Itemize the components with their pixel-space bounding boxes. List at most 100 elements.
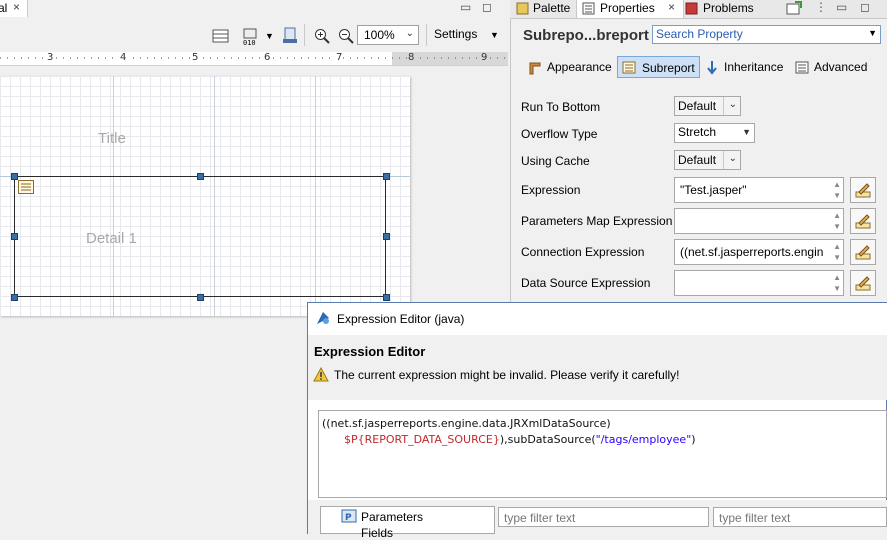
- maximize-icon[interactable]: ◻: [860, 0, 870, 14]
- scroll-arrows-icon[interactable]: ▲ ▼: [833, 272, 841, 294]
- expression-label: Expression: [521, 183, 581, 197]
- properties-icon: [582, 2, 595, 15]
- scroll-arrows-icon[interactable]: ▲ ▼: [833, 210, 841, 232]
- chevron-down-icon: ⌄: [728, 153, 737, 164]
- search-placeholder: Search Property: [656, 27, 743, 41]
- resize-handle[interactable]: [11, 173, 18, 180]
- tab-advanced[interactable]: Advanced: [794, 56, 874, 78]
- svg-text:010: 010: [243, 39, 256, 46]
- chevron-down-icon[interactable]: ▼: [868, 28, 877, 38]
- horizontal-ruler: 3 4 5 6 7 8 9: [0, 52, 508, 66]
- zoom-out-icon[interactable]: [338, 28, 354, 44]
- connection-expression-field[interactable]: ((net.sf.jasperreports.engin ▲ ▼: [674, 239, 844, 265]
- search-property-input[interactable]: Search Property ▼: [652, 25, 881, 44]
- expression-text-editor[interactable]: ((net.sf.jasperreports.engine.data.JRXml…: [318, 410, 887, 498]
- pencil-icon: [855, 245, 871, 260]
- resize-handle[interactable]: [197, 173, 204, 180]
- edit-expression-button[interactable]: [850, 208, 876, 234]
- element-title: Subrepo...breport: [523, 27, 649, 44]
- filter-input[interactable]: type filter text: [498, 507, 709, 527]
- problems-icon: [685, 2, 698, 15]
- connection-expression-label: Connection Expression: [521, 245, 645, 259]
- tab-subreport[interactable]: Subreport: [617, 56, 700, 78]
- binary-format-icon[interactable]: 010: [242, 28, 260, 46]
- maximize-icon[interactable]: ◻: [482, 0, 492, 14]
- tree-item-parameters[interactable]: Parameters: [361, 510, 423, 524]
- resize-handle[interactable]: [11, 233, 18, 240]
- close-icon[interactable]: ×: [13, 0, 20, 14]
- close-icon[interactable]: ×: [668, 0, 675, 14]
- overflow-type-select[interactable]: Stretch ▼: [674, 123, 755, 143]
- field-value: "Test.jasper": [680, 183, 747, 197]
- toolbar-separator: [426, 24, 427, 46]
- run-to-bottom-label: Run To Bottom: [521, 100, 601, 114]
- chevron-down-icon: ▼: [742, 127, 751, 137]
- select-value: Stretch: [678, 125, 717, 139]
- tree-item-fields[interactable]: Fields: [361, 526, 393, 540]
- run-to-bottom-select[interactable]: Default ⌄: [674, 96, 741, 116]
- minimize-icon[interactable]: ▭: [836, 0, 847, 14]
- chevron-down-icon: ⌄: [728, 99, 737, 110]
- tab-label: Problems: [703, 1, 754, 15]
- edit-expression-button[interactable]: [850, 239, 876, 265]
- dialog-title: Expression Editor (java): [337, 312, 465, 326]
- minimize-icon[interactable]: ▭: [460, 0, 471, 14]
- view-menu-icon[interactable]: ⋮: [815, 0, 827, 14]
- parameters-map-expression-label: Parameters Map Expression: [521, 214, 673, 228]
- code-text: ): [691, 433, 696, 446]
- ruler-number: 4: [119, 52, 128, 63]
- settings-button[interactable]: Settings: [434, 27, 477, 41]
- tab-palette[interactable]: Palette: [514, 0, 576, 18]
- select-divider: [723, 151, 724, 169]
- appearance-icon: [529, 62, 541, 75]
- resize-handle[interactable]: [11, 294, 18, 301]
- using-cache-select[interactable]: Default ⌄: [674, 150, 741, 170]
- overflow-type-label: Overflow Type: [521, 127, 598, 141]
- subreport-icon: [18, 180, 34, 194]
- filter-input[interactable]: type filter text: [713, 507, 887, 527]
- chevron-down-icon[interactable]: ▼: [490, 30, 499, 40]
- new-view-icon[interactable]: [786, 1, 802, 15]
- scroll-arrows-icon[interactable]: ▲ ▼: [833, 179, 841, 201]
- dialog-heading: Expression Editor: [314, 344, 426, 359]
- filter-placeholder: type filter text: [719, 511, 791, 525]
- tab-inheritance[interactable]: Inheritance: [704, 56, 790, 78]
- ruler-number: 3: [46, 52, 55, 63]
- resize-handle[interactable]: [383, 294, 390, 301]
- band-layout-icon[interactable]: [212, 28, 230, 44]
- filter-placeholder: type filter text: [504, 511, 576, 525]
- parameters-map-expression-field[interactable]: ▲ ▼: [674, 208, 844, 234]
- edit-expression-button[interactable]: [850, 177, 876, 203]
- jaspersoft-icon: [317, 312, 329, 324]
- resize-handle[interactable]: [383, 173, 390, 180]
- subreport-icon: [622, 61, 636, 74]
- ruler-number: 5: [191, 52, 200, 63]
- title-band-label: Title: [98, 130, 126, 147]
- ruler-ticks: [0, 57, 508, 59]
- export-icon[interactable]: [282, 27, 298, 45]
- resize-handle[interactable]: [197, 294, 204, 301]
- editor-tab[interactable]: al ×: [0, 0, 28, 17]
- tab-problems[interactable]: Problems: [684, 0, 764, 18]
- chevron-down-icon[interactable]: ▼: [265, 31, 274, 41]
- subreport-element[interactable]: [14, 176, 386, 297]
- pencil-icon: [855, 183, 871, 198]
- warning-message: The current expression might be invalid.…: [334, 368, 680, 382]
- edit-expression-button[interactable]: [850, 270, 876, 296]
- select-value: Default: [678, 99, 717, 113]
- tab-appearance[interactable]: Appearance: [525, 56, 615, 78]
- tab-properties[interactable]: Properties ×: [576, 0, 684, 18]
- ruler-number: 8: [407, 52, 416, 63]
- resize-handle[interactable]: [383, 233, 390, 240]
- editor-tab-bar: [0, 0, 508, 17]
- parameters-icon: P: [341, 509, 357, 523]
- chevron-down-icon: ⌄: [405, 28, 414, 39]
- scroll-arrows-icon[interactable]: ▲ ▼: [833, 241, 841, 263]
- expression-field[interactable]: "Test.jasper" ▲ ▼: [674, 177, 844, 203]
- inheritance-icon: [707, 61, 717, 75]
- zoom-select[interactable]: 100% ⌄: [357, 25, 419, 45]
- data-source-expression-label: Data Source Expression: [521, 276, 651, 290]
- object-tree[interactable]: P Parameters Fields: [320, 506, 495, 540]
- data-source-expression-field[interactable]: ▲ ▼: [674, 270, 844, 296]
- zoom-in-icon[interactable]: [314, 28, 330, 44]
